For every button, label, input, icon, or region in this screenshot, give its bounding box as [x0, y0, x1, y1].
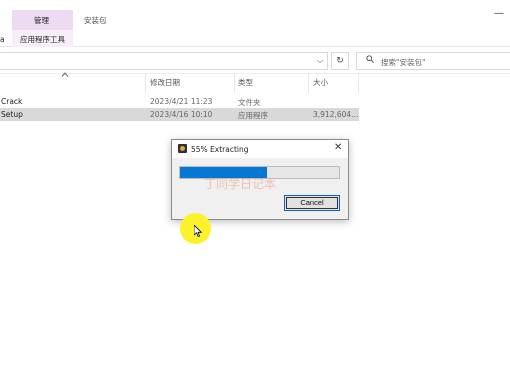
column-header-size[interactable]: 大小	[313, 77, 328, 88]
refresh-button[interactable]: ↻	[331, 52, 349, 70]
chevron-down-icon[interactable]: ⌵	[317, 56, 323, 66]
file-name: Crack	[1, 97, 23, 106]
app-tools-tab[interactable]: 应用程序工具	[12, 30, 73, 47]
archive-app-icon	[178, 144, 187, 153]
watermark-text: 丁同学日记本	[204, 177, 277, 191]
search-placeholder: 搜索"安装包"	[381, 58, 426, 67]
close-icon[interactable]: ✕	[334, 142, 342, 153]
app-tools-tab-label: 应用程序工具	[20, 35, 65, 44]
cancel-button[interactable]: Cancel	[284, 195, 340, 211]
address-bar-row: ⌵ ↻ 搜索"安装包"	[0, 47, 510, 74]
search-input[interactable]: 搜索"安装包"	[356, 52, 510, 70]
file-size: 3,912,604...	[313, 110, 359, 119]
ribbon-tab-partial[interactable]: a	[0, 35, 5, 44]
column-divider[interactable]	[358, 73, 359, 93]
ribbon-tabs: a 应用程序工具	[0, 30, 510, 47]
file-date: 2023/4/16 10:10	[150, 110, 213, 119]
dialog-title: 55% Extracting	[191, 145, 249, 154]
mouse-pointer-icon	[194, 225, 202, 237]
manage-context-tab-label: 管理	[34, 16, 49, 25]
file-name: Setup	[1, 110, 23, 119]
minimize-button[interactable]: —	[494, 8, 504, 19]
manage-context-tab[interactable]: 管理	[12, 10, 73, 30]
extracting-dialog: 55% Extracting ✕ 丁同学日记本 Cancel	[171, 139, 349, 220]
search-icon	[366, 55, 374, 66]
column-header-type[interactable]: 类型	[238, 77, 253, 88]
address-field[interactable]	[0, 52, 328, 70]
refresh-icon: ↻	[336, 56, 344, 66]
column-divider[interactable]	[145, 73, 146, 93]
dialog-title-bar[interactable]: 55% Extracting ✕	[172, 140, 348, 158]
file-type: 文件夹	[238, 98, 261, 107]
title-bar: 管理 安装包 —	[0, 0, 510, 30]
file-row-crack[interactable]: Crack 2023/4/21 11:23 文件夹	[0, 95, 359, 108]
column-divider[interactable]	[308, 73, 309, 93]
column-header-date[interactable]: 修改日期	[150, 77, 180, 88]
file-date: 2023/4/21 11:23	[150, 97, 213, 106]
file-type: 应用程序	[238, 111, 268, 120]
sort-ascending-icon	[61, 71, 69, 79]
window-title: 安装包	[84, 16, 107, 25]
file-row-setup[interactable]: Setup 2023/4/16 10:10 应用程序 3,912,604...	[0, 108, 359, 121]
column-divider[interactable]	[234, 73, 235, 93]
